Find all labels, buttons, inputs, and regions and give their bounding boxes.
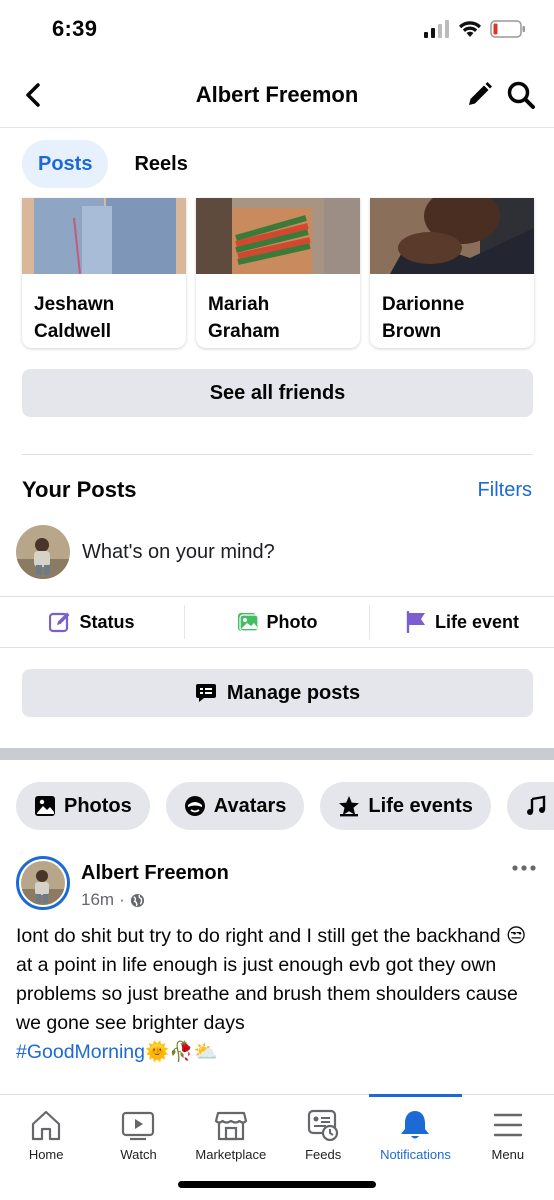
post-header: Albert Freemon 16m · [16, 856, 538, 912]
profile-tabs: Posts Reels [22, 140, 204, 188]
active-tab-indicator [369, 1094, 462, 1097]
home-indicator[interactable] [178, 1181, 376, 1188]
avatar-icon [184, 796, 205, 816]
filters-link[interactable]: Filters [478, 479, 532, 502]
friend-photo [370, 198, 534, 274]
bell-icon [401, 1111, 430, 1139]
battery-icon [490, 20, 525, 38]
life-event-button[interactable]: Life event [370, 605, 554, 639]
pencil-icon [469, 82, 492, 105]
wifi-icon [459, 21, 481, 37]
nav-notifications[interactable]: Notifications [369, 1094, 462, 1200]
friends-grid: Jeshawn Caldwell Mariah Graham Darionne … [22, 198, 534, 348]
edit-icon [49, 612, 70, 633]
friend-name: Darionne Brown [382, 294, 465, 342]
emoji: 😒 [505, 925, 527, 947]
post-meta: 16m · [81, 890, 145, 910]
home-icon [32, 1110, 61, 1141]
photo-icon [237, 613, 259, 632]
chevron-left-icon [26, 83, 40, 107]
composer-placeholder: What's on your mind? [82, 540, 275, 563]
message-icon [195, 684, 216, 702]
friend-name: Jeshawn Caldwell [34, 294, 115, 342]
chip-music[interactable]: M [506, 782, 554, 830]
tab-reels[interactable]: Reels [118, 140, 203, 188]
nav-menu[interactable]: Menu [462, 1095, 554, 1200]
flag-icon [406, 611, 425, 633]
friend-name: Mariah Graham [208, 294, 280, 342]
signal-icon [424, 20, 449, 38]
your-posts-title: Your Posts [22, 477, 137, 502]
emoji: 🌞🥀⛅ [145, 1041, 218, 1063]
chip-photos[interactable]: Photos [16, 782, 150, 830]
status-icons [424, 20, 526, 38]
manage-posts-button[interactable]: Manage posts [22, 669, 533, 717]
chip-avatars[interactable]: Avatars [165, 782, 305, 830]
music-icon [526, 795, 546, 815]
feeds-icon [308, 1109, 339, 1141]
meta-separator: · [119, 890, 125, 909]
post-time[interactable]: 16m [81, 890, 114, 910]
chip-life-events[interactable]: Life events [320, 782, 491, 830]
nav-home[interactable]: Home [0, 1095, 92, 1200]
post-author[interactable]: Albert Freemon [81, 862, 229, 885]
divider [22, 454, 533, 455]
photos-icon [35, 796, 55, 816]
post-composer[interactable]: What's on your mind? [16, 524, 536, 580]
hashtag-link[interactable]: #GoodMorning [16, 1041, 145, 1063]
friend-card[interactable]: Mariah Graham [196, 198, 360, 348]
post-options-button[interactable] [510, 858, 538, 878]
avatar [16, 525, 70, 579]
edit-profile-button[interactable] [462, 78, 496, 112]
watch-icon [122, 1111, 155, 1141]
nav-watch[interactable]: Watch [92, 1095, 184, 1200]
section-separator [0, 748, 554, 760]
profile-header: Albert Freemon [0, 62, 554, 128]
back-button[interactable] [18, 78, 48, 112]
see-all-friends-button[interactable]: See all friends [22, 369, 533, 417]
composer-actions: Status Photo Life event [0, 596, 554, 648]
friend-photo [22, 198, 186, 275]
tab-posts[interactable]: Posts [22, 140, 109, 188]
friend-photo [196, 198, 360, 274]
post-body: Iont do shit but try to do right and I s… [16, 925, 527, 1063]
more-horizontal-icon [512, 865, 536, 871]
globe-icon [130, 893, 144, 907]
status-time: 6:39 [52, 16, 98, 41]
menu-icon [493, 1113, 522, 1137]
profile-chips: Photos Avatars Life events M [16, 782, 554, 830]
star-icon [339, 796, 360, 817]
friend-card[interactable]: Jeshawn Caldwell [22, 198, 186, 348]
search-icon [507, 81, 535, 109]
status-bar: 6:39 [0, 0, 554, 60]
status-button[interactable]: Status [0, 605, 185, 639]
marketplace-icon [214, 1111, 247, 1141]
photo-button[interactable]: Photo [185, 605, 370, 639]
friend-card[interactable]: Darionne Brown [370, 198, 534, 348]
search-button[interactable] [504, 78, 538, 112]
avatar[interactable] [16, 856, 70, 910]
